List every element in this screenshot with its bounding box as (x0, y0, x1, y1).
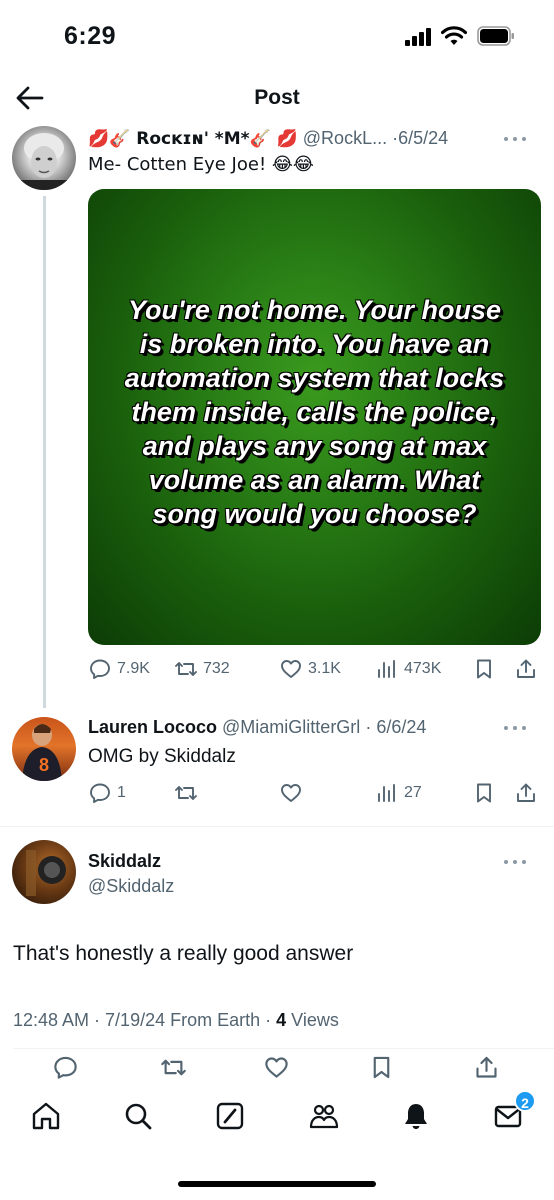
home-icon (32, 1102, 60, 1130)
like-button[interactable] (263, 1052, 290, 1082)
view-count: 473K (404, 660, 442, 677)
analytics-icon (378, 784, 395, 802)
share-button[interactable] (473, 1052, 500, 1082)
bookmark-icon (477, 783, 491, 803)
reply-button[interactable] (52, 1052, 79, 1082)
like-button[interactable] (279, 778, 303, 808)
repost-button[interactable] (160, 1052, 187, 1082)
search-icon (125, 1103, 152, 1130)
reply-tweet[interactable]: 8 Lauren Lococo @MiamiGlitterGrl · 6/6/2… (0, 700, 554, 825)
tweet-author-row: Lauren Lococo @MiamiGlitterGrl · 6/6/24 (88, 717, 498, 738)
analytics-icon (378, 660, 395, 678)
bottom-tab-bar: 2 (0, 1090, 554, 1142)
avatar[interactable] (12, 126, 76, 190)
more-options-icon[interactable] (504, 134, 530, 144)
more-options-icon[interactable] (504, 857, 530, 867)
reply-icon (90, 659, 110, 679)
more-options-icon[interactable] (504, 723, 530, 733)
tab-home[interactable] (26, 1096, 66, 1136)
notification-badge: 2 (514, 1090, 536, 1112)
share-icon (517, 659, 535, 678)
tweet-image[interactable]: You're not home. Your house is broken in… (88, 189, 541, 645)
repost-button[interactable]: 732 (174, 654, 230, 684)
repost-icon (175, 662, 197, 676)
views-button[interactable]: 473K (375, 654, 441, 684)
reply-count: 7.9K (117, 660, 150, 677)
user-handle[interactable]: @Skiddalz (88, 876, 174, 897)
tweet-date[interactable]: 6/5/24 (398, 128, 448, 148)
tweet-actions: 1 27 (88, 778, 542, 808)
tab-communities[interactable] (304, 1096, 344, 1136)
like-count: 3.1K (308, 660, 341, 677)
display-name[interactable]: 💋🎸 Rᴏᴄᴋɪɴ' *M*🎸 💋 (88, 129, 298, 149)
heart-icon (265, 1056, 288, 1078)
repost-icon (161, 1059, 186, 1075)
bookmark-icon (477, 659, 491, 679)
bookmark-button[interactable] (472, 654, 496, 684)
tab-search[interactable] (118, 1096, 158, 1136)
share-icon (476, 1056, 497, 1078)
tweet-text: OMG by Skiddalz (88, 746, 236, 767)
repost-icon (175, 786, 197, 800)
quoted-thread-tweet[interactable]: 💋🎸 Rᴏᴄᴋɪɴ' *M*🎸 💋 @RockL... ·6/5/24 Me- … (0, 0, 554, 708)
tab-grok[interactable] (210, 1096, 250, 1136)
date-separator: · (360, 717, 377, 737)
tweet-actions: 7.9K 732 3.1K 473K (88, 654, 542, 684)
post-timestamp[interactable]: 12:48 AM · 7/19/24 From Earth · (13, 1010, 276, 1030)
view-count: 27 (404, 784, 422, 801)
main-post-header: Skiddalz @Skiddalz (0, 826, 554, 926)
share-button[interactable] (514, 654, 538, 684)
share-icon (517, 783, 535, 802)
divider (13, 1048, 554, 1049)
heart-icon (281, 660, 301, 678)
post-meta: 12:48 AM · 7/19/24 From Earth · 4 Views (13, 1010, 339, 1031)
reply-count: 1 (117, 784, 126, 801)
svg-text:8: 8 (39, 755, 49, 775)
avatar[interactable] (12, 840, 76, 904)
post-action-bar (0, 1052, 554, 1088)
views-label: Views (286, 1010, 339, 1030)
user-handle[interactable]: @MiamiGlitterGrl (222, 717, 360, 737)
tweet-text: Me- Cotten Eye Joe! 😂😂 (88, 154, 314, 175)
display-name[interactable]: Skiddalz (88, 851, 161, 872)
bookmark-button[interactable] (472, 778, 496, 808)
display-name[interactable]: Lauren Lococo (88, 717, 217, 737)
repost-count: 732 (203, 660, 230, 677)
communities-icon (309, 1104, 339, 1129)
user-handle[interactable]: @RockL... (303, 128, 387, 148)
share-button[interactable] (514, 778, 538, 808)
tab-notifications[interactable] (396, 1096, 436, 1136)
tweet-date[interactable]: 6/6/24 (376, 717, 426, 737)
thread-connector (43, 196, 46, 708)
post-text: That's honestly a really good answer (13, 942, 354, 965)
reply-button[interactable]: 1 (88, 778, 126, 808)
repost-button[interactable] (174, 778, 198, 808)
home-indicator[interactable] (178, 1181, 376, 1187)
bell-icon (405, 1104, 427, 1129)
like-button[interactable]: 3.1K (279, 654, 341, 684)
views-count: 4 (276, 1010, 287, 1030)
grok-icon (216, 1102, 244, 1130)
bookmark-button[interactable] (368, 1052, 395, 1082)
tweet-author-row: 💋🎸 Rᴏᴄᴋɪɴ' *M*🎸 💋 @RockL... ·6/5/24 (88, 128, 488, 149)
tab-messages[interactable]: 2 (488, 1090, 536, 1136)
bookmark-icon (373, 1056, 390, 1078)
heart-icon (281, 784, 301, 802)
reply-icon (90, 783, 110, 803)
views-button[interactable]: 27 (375, 778, 422, 808)
image-caption-text: You're not home. Your house is broken in… (124, 295, 505, 529)
reply-button[interactable]: 7.9K (88, 654, 150, 684)
reply-icon (54, 1056, 77, 1079)
avatar[interactable]: 8 (12, 717, 76, 781)
